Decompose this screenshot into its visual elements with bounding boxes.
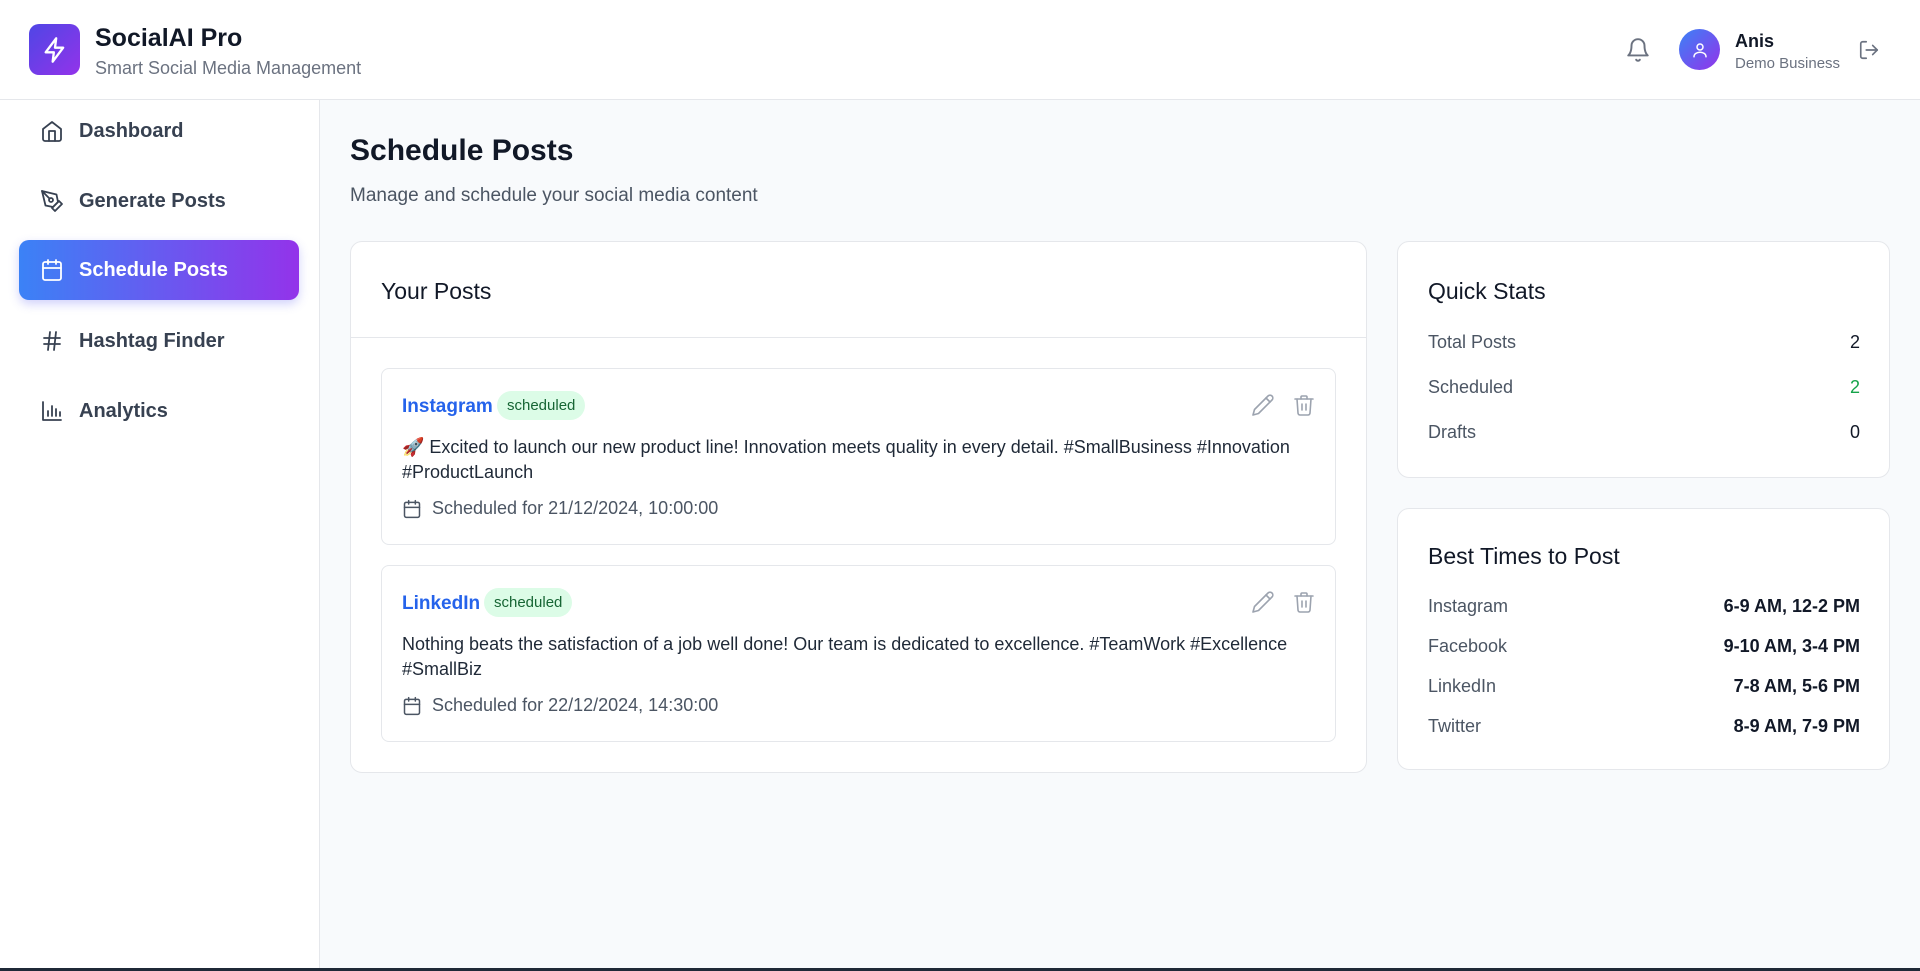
quick-stats-card: Quick Stats Total Posts 2 Scheduled 2 Dr… <box>1397 241 1890 478</box>
sidebar-item-analytics[interactable]: Analytics <box>19 381 299 441</box>
quick-stats-title: Quick Stats <box>1428 278 1546 304</box>
post-schedule: Scheduled for 21/12/2024, 10:00:00 <box>402 498 718 519</box>
home-icon <box>39 118 65 144</box>
calendar-icon <box>403 499 421 518</box>
best-time-row-instagram: Instagram 6-9 AM, 12-2 PM <box>1428 596 1860 617</box>
sidebar-item-label: Analytics <box>79 399 168 422</box>
app-title: SocialAI Pro <box>95 24 243 52</box>
best-time-label: Instagram <box>1428 596 1509 616</box>
status-badge: scheduled <box>484 588 573 617</box>
sidebar-item-generate-posts[interactable]: Generate Posts <box>19 171 299 231</box>
posts-card-title: Your Posts <box>381 278 492 304</box>
best-time-row-twitter: Twitter 8-9 AM, 7-9 PM <box>1428 716 1860 737</box>
posts-card: Your Posts Instagram scheduled 🚀 Excited… <box>350 241 1367 773</box>
best-time-row-facebook: Facebook 9-10 AM, 3-4 PM <box>1428 636 1860 657</box>
app-subtitle: Smart Social Media Management <box>95 58 362 78</box>
post-platform[interactable]: LinkedIn <box>402 593 480 615</box>
best-times-title: Best Times to Post <box>1428 543 1620 569</box>
edit-icon[interactable] <box>1251 393 1275 417</box>
sidebar-item-dashboard[interactable]: Dashboard <box>19 101 299 161</box>
stat-row-drafts: Drafts 0 <box>1428 422 1860 443</box>
sidebar-item-label: Hashtag Finder <box>79 329 225 352</box>
sidebar: Dashboard Generate Posts Schedule Posts <box>0 100 320 971</box>
app-header: SocialAI Pro Smart Social Media Manageme… <box>0 0 1920 100</box>
post-item: Instagram scheduled 🚀 Excited to launch … <box>381 368 1336 545</box>
post-content: 🚀 Excited to launch our new product line… <box>402 437 1290 482</box>
best-time-row-linkedin: LinkedIn 7-8 AM, 5-6 PM <box>1428 676 1860 697</box>
best-time-label: Twitter <box>1428 716 1482 736</box>
best-time-value: 6-9 AM, 12-2 PM <box>1723 596 1860 616</box>
sidebar-item-label: Generate Posts <box>79 189 226 212</box>
stat-label: Drafts <box>1428 422 1477 442</box>
best-time-label: Facebook <box>1428 636 1508 656</box>
best-time-value: 8-9 AM, 7-9 PM <box>1733 716 1860 736</box>
user-icon <box>1692 42 1707 57</box>
post-item: LinkedIn scheduled Nothing beats the sat… <box>381 565 1336 742</box>
post-schedule-text: Scheduled for 21/12/2024, 10:00:00 <box>432 498 719 518</box>
sidebar-item-schedule-posts[interactable]: Schedule Posts <box>19 240 299 300</box>
stat-row-scheduled: Scheduled 2 <box>1428 377 1860 398</box>
calendar-icon <box>403 696 421 715</box>
app-logo[interactable] <box>29 24 80 75</box>
post-content: Nothing beats the satisfaction of a job … <box>402 634 1288 679</box>
user-name: Anis <box>1735 31 1775 51</box>
hash-icon <box>39 328 65 354</box>
stat-row-total-posts: Total Posts 2 <box>1428 332 1860 353</box>
trash-icon[interactable] <box>1292 590 1316 614</box>
best-times-card: Best Times to Post Instagram 6-9 AM, 12-… <box>1397 508 1890 770</box>
post-platform[interactable]: Instagram <box>402 396 493 418</box>
post-schedule: Scheduled for 22/12/2024, 14:30:00 <box>402 695 718 716</box>
bar-chart-icon <box>39 398 65 424</box>
best-time-label: LinkedIn <box>1428 676 1497 696</box>
trash-icon[interactable] <box>1292 393 1316 417</box>
edit-icon[interactable] <box>1251 590 1275 614</box>
lightning-icon <box>44 36 64 63</box>
sidebar-item-hashtag-finder[interactable]: Hashtag Finder <box>19 311 299 371</box>
best-time-value: 7-8 AM, 5-6 PM <box>1733 676 1860 696</box>
page-title: Schedule Posts <box>350 134 574 167</box>
stat-value: 2 <box>1849 332 1860 352</box>
pen-tool-icon <box>39 188 65 214</box>
user-business: Demo Business <box>1735 55 1841 72</box>
stat-label: Total Posts <box>1428 332 1517 352</box>
posts-card-header: Your Posts <box>351 242 1366 338</box>
page-subtitle: Manage and schedule your social media co… <box>350 185 758 206</box>
sidebar-item-label: Dashboard <box>79 119 184 142</box>
calendar-icon <box>39 257 65 283</box>
bell-icon[interactable] <box>1625 37 1651 63</box>
stat-label: Scheduled <box>1428 377 1514 397</box>
stat-value: 0 <box>1849 422 1860 442</box>
sidebar-item-label: Schedule Posts <box>79 258 228 281</box>
post-schedule-text: Scheduled for 22/12/2024, 14:30:00 <box>432 695 719 715</box>
stat-value: 2 <box>1849 377 1860 397</box>
logout-icon[interactable] <box>1858 39 1880 61</box>
best-time-value: 9-10 AM, 3-4 PM <box>1723 636 1860 656</box>
avatar[interactable] <box>1679 29 1720 70</box>
status-badge: scheduled <box>497 391 586 420</box>
